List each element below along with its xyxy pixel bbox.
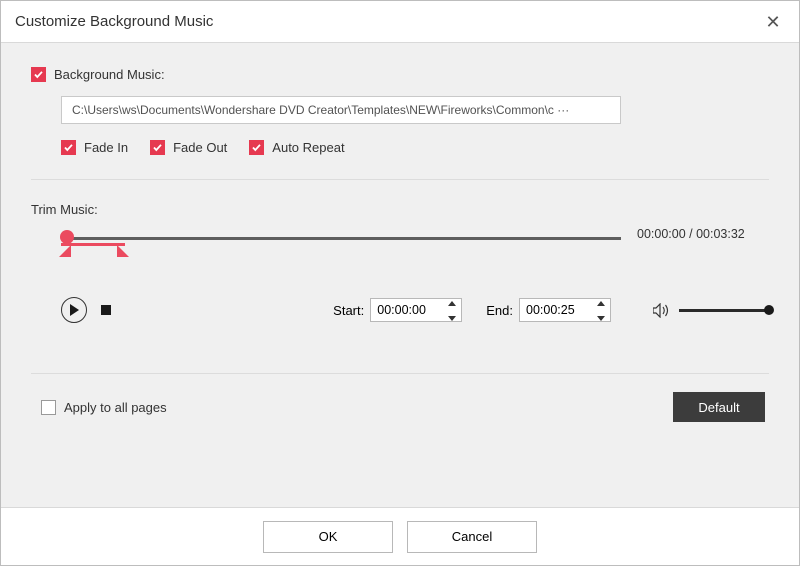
titlebar: Customize Background Music ✕ <box>1 1 799 43</box>
volume-control <box>653 303 769 318</box>
fadein-row: Fade In <box>61 140 128 155</box>
volume-icon[interactable] <box>653 303 671 318</box>
apply-all-row: Apply to all pages <box>41 400 167 415</box>
autorepeat-checkbox[interactable] <box>249 140 264 155</box>
trim-playhead[interactable] <box>60 230 74 244</box>
volume-knob[interactable] <box>764 305 774 315</box>
fadein-checkbox[interactable] <box>61 140 76 155</box>
trim-slider[interactable] <box>61 233 621 269</box>
footer-row: Apply to all pages Default <box>31 374 769 422</box>
trim-label: Trim Music: <box>31 202 769 217</box>
bgm-options-row: Fade In Fade Out Auto Repeat <box>61 140 769 155</box>
bgm-path-input[interactable]: C:\Users\ws\Documents\Wondershare DVD Cr… <box>61 96 621 124</box>
trim-slider-row: 00:00:00 / 00:03:32 <box>61 227 769 269</box>
trim-range-end-handle[interactable] <box>117 245 129 257</box>
end-time-group: End: 00:00:25 <box>486 298 611 322</box>
apply-all-checkbox[interactable] <box>41 400 56 415</box>
dialog-title: Customize Background Music <box>15 13 213 30</box>
autorepeat-row: Auto Repeat <box>249 140 344 155</box>
start-time-value: 00:00:00 <box>377 303 426 317</box>
apply-all-label: Apply to all pages <box>64 400 167 415</box>
trim-range-start-handle[interactable] <box>59 245 71 257</box>
chevron-down-icon[interactable] <box>448 316 456 321</box>
close-icon[interactable]: ✕ <box>761 10 785 34</box>
bgm-checkbox[interactable] <box>31 67 46 82</box>
fadeout-row: Fade Out <box>150 140 227 155</box>
stop-button[interactable] <box>101 305 111 315</box>
end-label: End: <box>486 303 513 318</box>
end-time-spinbox[interactable]: 00:00:25 <box>519 298 611 322</box>
dialog-button-bar: OK Cancel <box>1 507 799 565</box>
trim-track <box>61 237 621 240</box>
end-time-value: 00:00:25 <box>526 303 575 317</box>
cancel-button[interactable]: Cancel <box>407 521 537 553</box>
chevron-up-icon[interactable] <box>448 301 456 306</box>
playback-controls: Start: 00:00:00 End: 00:00:25 <box>61 297 769 323</box>
start-label: Start: <box>333 303 364 318</box>
bgm-path-value: C:\Users\ws\Documents\Wondershare DVD Cr… <box>72 103 569 117</box>
play-button[interactable] <box>61 297 87 323</box>
chevron-down-icon[interactable] <box>597 316 605 321</box>
trim-time-display: 00:00:00 / 00:03:32 <box>637 227 745 241</box>
dialog-content: Background Music: C:\Users\ws\Documents\… <box>1 43 799 507</box>
fadeout-checkbox[interactable] <box>150 140 165 155</box>
ok-button[interactable]: OK <box>263 521 393 553</box>
default-button[interactable]: Default <box>673 392 765 422</box>
dialog-window: Customize Background Music ✕ Background … <box>0 0 800 566</box>
volume-slider[interactable] <box>679 309 769 312</box>
start-time-group: Start: 00:00:00 <box>333 298 462 322</box>
chevron-up-icon[interactable] <box>597 301 605 306</box>
fadein-label: Fade In <box>84 140 128 155</box>
bgm-checkbox-row: Background Music: <box>31 67 769 82</box>
bgm-checkbox-label: Background Music: <box>54 67 165 82</box>
start-time-spinbox[interactable]: 00:00:00 <box>370 298 462 322</box>
start-spin-arrows[interactable] <box>448 301 458 321</box>
autorepeat-label: Auto Repeat <box>272 140 344 155</box>
end-spin-arrows[interactable] <box>597 301 607 321</box>
trim-section: Trim Music: 00:00:00 / 00:03:32 <box>31 179 769 422</box>
fadeout-label: Fade Out <box>173 140 227 155</box>
